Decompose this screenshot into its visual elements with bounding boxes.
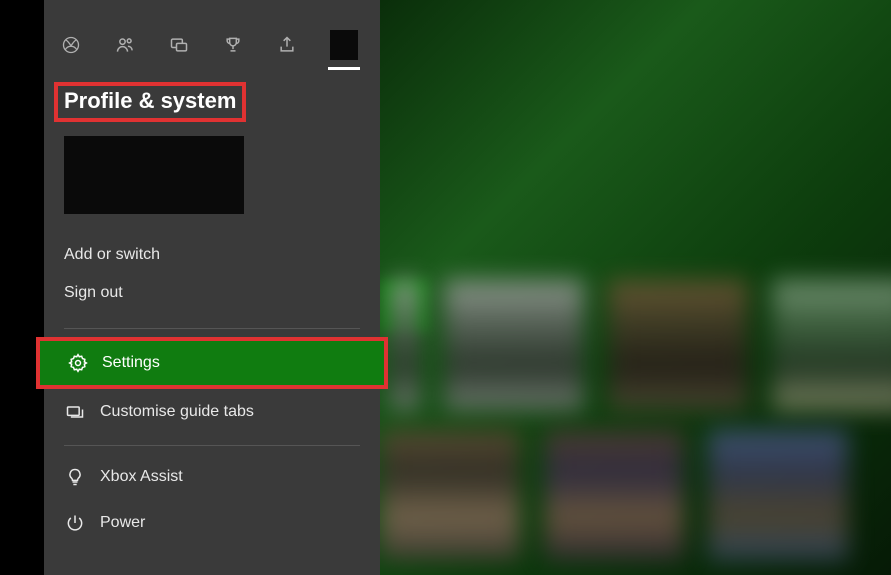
system-menu-section: Settings Customise guide tabs Xbox Assis… — [44, 337, 380, 546]
people-tab-icon[interactable] — [114, 33, 136, 57]
gear-icon — [68, 353, 88, 373]
panel-title: Profile & system — [54, 82, 246, 122]
dashboard-tile-row — [380, 430, 848, 560]
power-icon — [64, 512, 86, 534]
power-item[interactable]: Power — [44, 500, 380, 546]
achievements-tab-icon[interactable] — [222, 33, 244, 57]
xbox-assist-label: Xbox Assist — [100, 468, 183, 486]
profile-avatar[interactable] — [64, 136, 244, 214]
settings-item[interactable]: Settings — [40, 341, 384, 385]
customise-guide-tabs-item[interactable]: Customise guide tabs — [44, 389, 380, 435]
tabs-icon — [64, 401, 86, 423]
account-menu-section: Add or switch Sign out — [44, 214, 380, 312]
menu-divider — [64, 445, 360, 446]
panel-title-wrapper: Profile & system — [44, 72, 380, 130]
dashboard-tile — [380, 430, 520, 560]
dashboard-tile — [544, 430, 684, 560]
active-tab-indicator — [328, 67, 360, 70]
share-tab-icon[interactable] — [276, 33, 298, 57]
chat-tab-icon[interactable] — [168, 33, 190, 57]
power-label: Power — [100, 514, 145, 532]
guide-tab-bar — [44, 0, 380, 72]
settings-item-highlight: Settings — [36, 337, 388, 389]
profile-tab[interactable] — [330, 30, 358, 60]
guide-panel: Profile & system Add or switch Sign out … — [44, 0, 380, 575]
dashboard-tile — [772, 280, 891, 410]
xbox-tab-icon[interactable] — [60, 33, 82, 57]
dashboard-tile-row — [390, 280, 891, 410]
customise-guide-tabs-label: Customise guide tabs — [100, 403, 254, 421]
settings-label: Settings — [102, 354, 160, 372]
dashboard-tile — [390, 280, 420, 410]
add-or-switch-item[interactable]: Add or switch — [64, 236, 360, 274]
dashboard-tile — [708, 430, 848, 560]
xbox-assist-item[interactable]: Xbox Assist — [44, 454, 380, 500]
lightbulb-icon — [64, 466, 86, 488]
sign-out-item[interactable]: Sign out — [64, 274, 360, 312]
menu-divider — [64, 328, 360, 329]
dashboard-tile — [608, 280, 748, 410]
dashboard-tile — [444, 280, 584, 410]
